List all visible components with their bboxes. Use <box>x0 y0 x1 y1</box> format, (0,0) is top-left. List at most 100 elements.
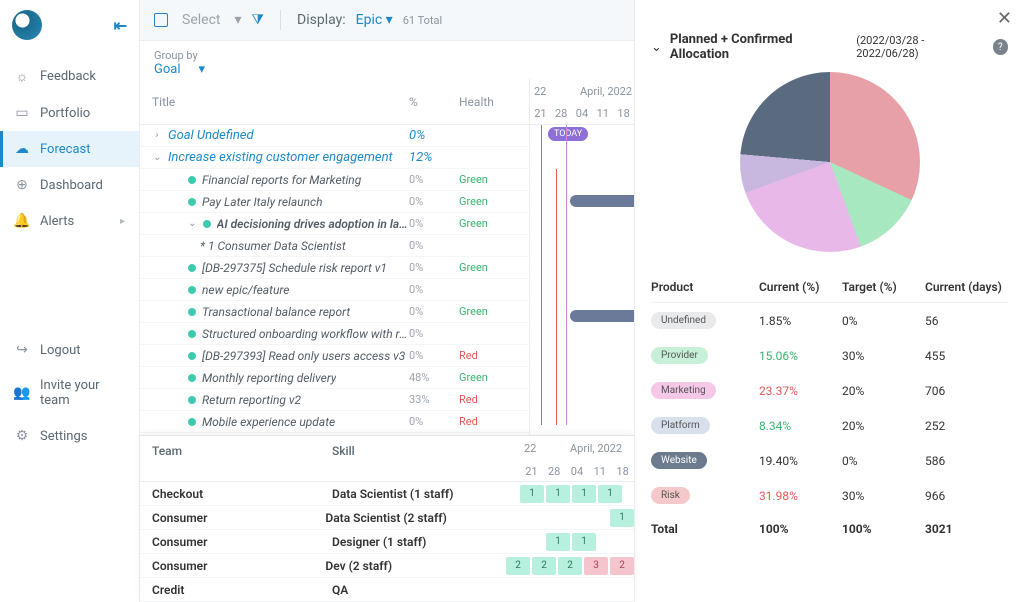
row-title: Financial reports for Marketing <box>202 173 361 187</box>
capacity-cell[interactable]: 1 <box>520 485 544 503</box>
chevron-down-icon[interactable]: ⌄ <box>651 40 662 55</box>
status-dot-icon <box>188 396 196 404</box>
product-pill[interactable]: Provider <box>651 347 708 364</box>
col-title[interactable]: Title <box>140 95 409 109</box>
team-row[interactable]: ConsumerDesigner (1 staff)11 <box>140 530 634 554</box>
row-pct: 0% <box>409 283 459 296</box>
current-days: 252 <box>925 419 1008 433</box>
select-dropdown[interactable]: Select ▾ <box>154 12 242 28</box>
capacity-cell[interactable] <box>520 533 544 551</box>
sidebar-item-dashboard[interactable]: ⊕Dashboard <box>0 167 139 203</box>
team-row[interactable]: ConsumerData Scientist (2 staff)1 <box>140 506 634 530</box>
table-row[interactable]: Transactional balance report0%Green <box>140 301 529 323</box>
row-title: Mobile experience update <box>202 415 335 429</box>
table-row[interactable]: * 1 Consumer Data Scientist0% <box>140 235 529 257</box>
current-pct: 8.34% <box>759 419 842 433</box>
capacity-cell[interactable] <box>506 509 530 527</box>
capacity-cell[interactable]: 2 <box>532 557 556 575</box>
close-icon[interactable]: ✕ <box>997 8 1012 29</box>
capacity-cell[interactable]: 2 <box>506 557 530 575</box>
sidebar-item-settings[interactable]: ⚙Settings <box>0 418 139 454</box>
table-row[interactable]: ⌄ AI decisioning drives adoption in large… <box>140 213 529 235</box>
status-dot-icon <box>188 330 196 338</box>
expand-icon[interactable]: ⌄ <box>188 218 197 229</box>
capacity-cell[interactable]: 1 <box>572 485 596 503</box>
capacity-cell[interactable] <box>532 509 556 527</box>
row-pct: 0% <box>409 349 459 362</box>
help-icon[interactable]: ? <box>993 39 1008 55</box>
nav-main: ☼Feedback▭Portfolio☁Forecast⊕Dashboard🔔A… <box>0 50 139 324</box>
gantt-bar[interactable] <box>570 310 634 322</box>
collapse-sidebar-icon[interactable]: ⇤ <box>114 16 127 35</box>
sidebar-item-invite-your-team[interactable]: 👥Invite your team <box>0 368 139 418</box>
group-pct: 0% <box>409 128 459 143</box>
row-health: Red <box>459 349 529 362</box>
table-row[interactable]: Monthly reporting delivery48%Green <box>140 367 529 389</box>
team-row[interactable]: ConsumerDev (2 staff)22232 <box>140 554 634 578</box>
capacity-cell[interactable]: 1 <box>598 485 622 503</box>
team-cells: 22232 <box>506 557 634 575</box>
product-pill[interactable]: Marketing <box>651 382 716 399</box>
capacity-cell[interactable]: 1 <box>610 509 634 527</box>
today-line <box>566 125 567 425</box>
sidebar-item-logout[interactable]: ↪Logout <box>0 332 139 368</box>
table-row[interactable]: Mobile experience update0%Red <box>140 411 529 433</box>
col-percent[interactable]: % <box>409 95 459 109</box>
product-pill[interactable]: Website <box>651 452 707 469</box>
group-row[interactable]: ›Goal Undefined0% <box>140 125 529 147</box>
team-header: Team Skill 22 April, 2022 2128041118 <box>140 436 634 482</box>
table-row[interactable]: Pay Later Italy relaunch0%Green <box>140 191 529 213</box>
col-health[interactable]: Health <box>459 95 529 109</box>
table-row[interactable]: [DB-297375] Schedule risk report v10%Gre… <box>140 257 529 279</box>
table-row[interactable]: Return reporting v233%Red <box>140 389 529 411</box>
expand-icon[interactable]: ⌄ <box>152 152 162 163</box>
capacity-cell[interactable] <box>584 509 608 527</box>
table-row[interactable]: Financial reports for Marketing0%Green <box>140 169 529 191</box>
product-pill[interactable]: Risk <box>651 487 690 504</box>
col-team[interactable]: Team <box>140 436 320 466</box>
capacity-cell[interactable]: 2 <box>610 557 634 575</box>
col-days[interactable]: Current (days) <box>925 280 1008 294</box>
col-product[interactable]: Product <box>651 280 759 294</box>
gantt-bar[interactable] <box>570 195 634 207</box>
col-current[interactable]: Current (%) <box>759 280 842 294</box>
team-row[interactable]: CheckoutData Scientist (1 staff)1111 <box>140 482 634 506</box>
sidebar-item-feedback[interactable]: ☼Feedback <box>0 58 139 95</box>
col-skill[interactable]: Skill <box>320 436 520 466</box>
table-row[interactable]: new epic/feature0% <box>140 279 529 301</box>
capacity-cell[interactable]: 2 <box>558 557 582 575</box>
target-pct: 0% <box>842 454 925 468</box>
sidebar-item-forecast[interactable]: ☁Forecast <box>0 131 139 167</box>
timeline-day: 18 <box>611 465 634 478</box>
row-title: * 1 Consumer Data Scientist <box>200 239 346 253</box>
grid-header: Title % Health <box>140 79 529 125</box>
table-row[interactable]: Structured onboarding workflow with real… <box>140 323 529 345</box>
col-target[interactable]: Target (%) <box>842 280 925 294</box>
expand-icon[interactable]: › <box>152 130 162 141</box>
capacity-cell[interactable]: 3 <box>584 557 608 575</box>
target-pct: 30% <box>842 349 925 363</box>
table-row[interactable]: [DB-297393] Read only users access v30%R… <box>140 345 529 367</box>
timeline-month-a: 22 <box>534 85 546 98</box>
chevron-right-icon: ▸ <box>120 216 125 227</box>
row-pct: 33% <box>409 393 459 406</box>
capacity-cell[interactable]: 1 <box>572 533 596 551</box>
sidebar-item-alerts[interactable]: 🔔Alerts▸ <box>0 203 139 239</box>
display-value-dropdown[interactable]: Epic ▾ <box>356 12 393 28</box>
capacity-cell[interactable] <box>558 509 582 527</box>
row-title: Monthly reporting delivery <box>202 371 336 385</box>
today-badge: TODAY <box>548 127 588 141</box>
sidebar-item-portfolio[interactable]: ▭Portfolio <box>0 95 139 131</box>
capacity-cell[interactable]: 1 <box>546 533 570 551</box>
product-pill[interactable]: Platform <box>651 417 710 434</box>
briefcase-icon: ▭ <box>14 105 30 121</box>
product-pill[interactable]: Undefined <box>651 312 716 329</box>
team-row[interactable]: CreditQA <box>140 578 634 602</box>
main-column: Select ▾ ⧩ Display: Epic ▾ 61 Total Grou… <box>140 0 634 602</box>
group-row[interactable]: ⌄Increase existing customer engagement12… <box>140 147 529 169</box>
row-title: AI decisioning drives adoption in larger… <box>217 217 409 231</box>
toolbar: Select ▾ ⧩ Display: Epic ▾ 61 Total <box>140 0 634 41</box>
filter-icon[interactable]: ⧩ <box>252 12 265 28</box>
group-by-dropdown[interactable]: Goal▾ <box>154 62 620 77</box>
capacity-cell[interactable]: 1 <box>546 485 570 503</box>
